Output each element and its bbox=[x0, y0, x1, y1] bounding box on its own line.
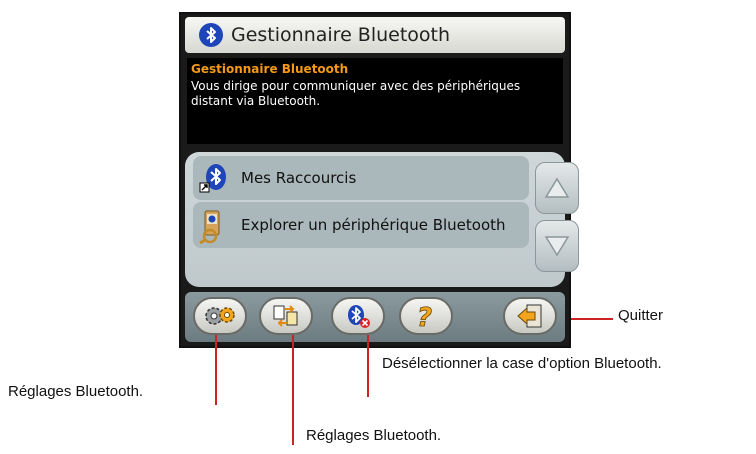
bluetooth-manager-screen: Gestionnaire Bluetooth Gestionnaire Blue… bbox=[179, 12, 579, 348]
bluetooth-settings-button[interactable] bbox=[193, 297, 247, 335]
list-item-my-shortcuts[interactable]: Mes Raccourcis bbox=[193, 156, 529, 200]
exit-icon bbox=[517, 304, 542, 328]
help-icon: ? bbox=[417, 303, 433, 330]
quit-button[interactable] bbox=[503, 297, 557, 335]
quit-callout-line bbox=[571, 318, 613, 320]
list-item-explore-device[interactable]: Explorer un périphérique Bluetooth bbox=[193, 202, 529, 248]
bluetooth-disable-icon bbox=[348, 305, 370, 328]
list-item-label: Mes Raccourcis bbox=[241, 169, 357, 187]
title-bar: Gestionnaire Bluetooth bbox=[185, 17, 565, 53]
arrow-up-icon bbox=[544, 177, 570, 198]
description-text: Vous dirige pour communiquer avec des pé… bbox=[191, 79, 521, 108]
file-transfer-icon bbox=[273, 305, 298, 327]
deselect-callout-line bbox=[367, 335, 369, 397]
list-item-label: Explorer un périphérique Bluetooth bbox=[241, 216, 506, 234]
description-panel: Gestionnaire Bluetooth Vous dirige pour … bbox=[187, 58, 563, 144]
description-heading: Gestionnaire Bluetooth bbox=[191, 62, 349, 76]
shortcut-list-panel: Mes Raccourcis Explorer un périphérique … bbox=[185, 152, 579, 287]
bottom-toolbar: ? bbox=[185, 292, 565, 342]
bluetooth-disable-button[interactable] bbox=[331, 297, 385, 335]
quit-annotation: Quitter bbox=[618, 307, 664, 324]
settings-gears-icon bbox=[205, 307, 235, 325]
settings-left-annotation: Réglages Bluetooth. bbox=[8, 383, 144, 400]
arrow-down-icon bbox=[544, 236, 570, 257]
scroll-down-button[interactable] bbox=[535, 220, 579, 272]
window-title: Gestionnaire Bluetooth bbox=[231, 24, 451, 46]
bluetooth-shortcut-icon bbox=[199, 163, 229, 193]
deselect-annotation: Désélectionner la case d'option Bluetoot… bbox=[382, 355, 662, 372]
help-button[interactable]: ? bbox=[399, 297, 453, 335]
settings-bottom-annotation: Réglages Bluetooth. bbox=[306, 427, 442, 444]
settings-bottom-callout-line bbox=[292, 335, 294, 445]
bluetooth-icon bbox=[199, 23, 223, 47]
scroll-up-button[interactable] bbox=[535, 162, 579, 214]
file-transfer-settings-button[interactable] bbox=[259, 297, 313, 335]
svg-text:?: ? bbox=[417, 303, 432, 330]
explore-device-icon bbox=[199, 210, 229, 245]
settings-left-callout-line bbox=[215, 335, 217, 405]
